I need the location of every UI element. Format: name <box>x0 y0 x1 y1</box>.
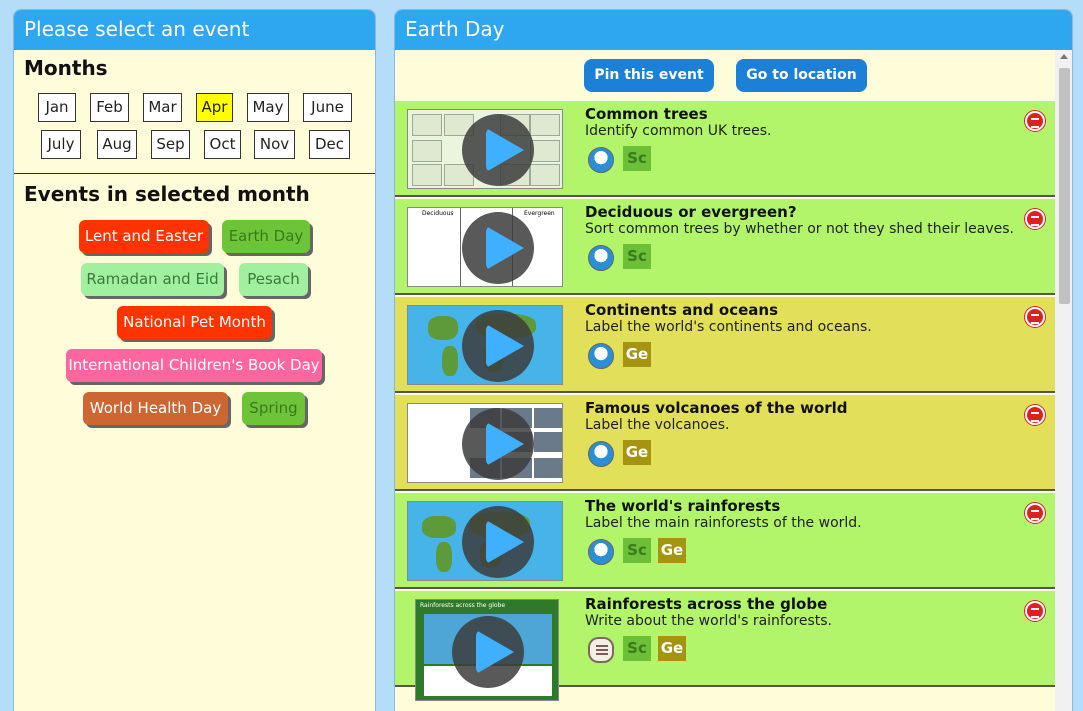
go-to-location-button[interactable]: Go to location <box>736 59 867 92</box>
activity-row[interactable]: Common trees Identify common UK trees. S… <box>395 101 1055 197</box>
month-june[interactable]: June <box>303 93 352 122</box>
event-earth-day[interactable]: Earth Day <box>222 220 310 253</box>
month-may[interactable]: May <box>247 93 289 122</box>
remove-icon[interactable] <box>1025 111 1045 131</box>
play-icon[interactable] <box>462 310 534 382</box>
vertical-scrollbar[interactable] <box>1055 50 1072 711</box>
activity-thumbnail[interactable] <box>407 305 563 385</box>
event-spring[interactable]: Spring <box>242 392 305 425</box>
month-nov[interactable]: Nov <box>254 130 295 159</box>
event-pesach[interactable]: Pesach <box>239 263 308 296</box>
month-sep[interactable]: Sep <box>151 130 190 159</box>
thumbnail-label: Evergreen <box>524 210 555 217</box>
activity-thumbnail[interactable]: Rainforests across the globe <box>415 599 559 701</box>
activity-row[interactable]: Rainforests across the globe Rainforests… <box>395 591 1055 701</box>
activity-thumbnail[interactable] <box>407 109 563 189</box>
ipad-icon <box>588 343 614 369</box>
month-dec[interactable]: Dec <box>309 130 350 159</box>
month-apr[interactable]: Apr <box>196 93 233 122</box>
scroll-thumb[interactable] <box>1059 68 1070 304</box>
event-detail-panel: Earth Day Pin this event Go to location … <box>394 9 1073 711</box>
subject-badge-science: Sc <box>623 636 651 661</box>
thumbnail-label: Deciduous <box>422 210 454 217</box>
month-july[interactable]: July <box>41 130 81 159</box>
left-panel-header: Please select an event <box>14 10 375 50</box>
play-icon[interactable] <box>462 408 534 480</box>
play-icon[interactable] <box>462 506 534 578</box>
activity-title[interactable]: Famous volcanoes of the world <box>585 399 848 417</box>
months-title: Months <box>24 56 108 80</box>
activity-row[interactable]: Famous volcanoes of the world Label the … <box>395 395 1055 491</box>
activity-description: Label the volcanoes. <box>585 417 730 433</box>
activity-row[interactable]: Continents and oceans Label the world's … <box>395 297 1055 393</box>
event-ramadan-and-eid[interactable]: Ramadan and Eid <box>81 263 224 296</box>
play-icon[interactable] <box>462 114 534 186</box>
activity-row[interactable]: The world's rainforests Label the main r… <box>395 493 1055 589</box>
event-national-pet-month[interactable]: National Pet Month <box>117 306 272 339</box>
subject-badge-geography: Ge <box>623 342 651 367</box>
month-oct[interactable]: Oct <box>204 130 241 159</box>
play-icon[interactable] <box>452 616 524 688</box>
events-title: Events in selected month <box>24 182 310 206</box>
activity-row[interactable]: Deciduous Evergreen Deciduous or evergre… <box>395 199 1055 295</box>
event-world-health-day[interactable]: World Health Day <box>83 392 228 425</box>
subject-badge-science: Sc <box>623 146 651 171</box>
event-lent-and-easter[interactable]: Lent and Easter <box>79 220 209 253</box>
remove-icon[interactable] <box>1025 503 1045 523</box>
activity-description: Label the world's continents and oceans. <box>585 319 872 335</box>
section-divider <box>14 173 375 174</box>
activity-thumbnail[interactable]: Deciduous Evergreen <box>407 207 563 287</box>
remove-icon[interactable] <box>1025 601 1045 621</box>
activity-description: Identify common UK trees. <box>585 123 772 139</box>
month-aug[interactable]: Aug <box>97 130 137 159</box>
ipad-icon <box>588 539 614 565</box>
activity-thumbnail[interactable] <box>407 403 563 483</box>
activity-title[interactable]: Rainforests across the globe <box>585 595 827 613</box>
subject-badge-geography: Ge <box>623 440 651 465</box>
subject-badge-science: Sc <box>623 538 651 563</box>
play-icon[interactable] <box>462 212 534 284</box>
activity-title[interactable]: Deciduous or evergreen? <box>585 203 797 221</box>
document-icon <box>588 637 614 663</box>
event-selector-panel: Please select an event Months Jan Feb Ma… <box>13 9 376 711</box>
activity-title[interactable]: The world's rainforests <box>585 497 780 515</box>
activity-title[interactable]: Common trees <box>585 105 708 123</box>
thumbnail-label: Rainforests across the globe <box>420 602 506 609</box>
remove-icon[interactable] <box>1025 405 1045 425</box>
scroll-up-icon[interactable] <box>1060 54 1068 59</box>
pin-event-button[interactable]: Pin this event <box>584 59 714 92</box>
remove-icon[interactable] <box>1025 307 1045 327</box>
activity-description: Label the main rainforests of the world. <box>585 515 862 531</box>
activity-title[interactable]: Continents and oceans <box>585 301 778 319</box>
remove-icon[interactable] <box>1025 209 1045 229</box>
month-jan[interactable]: Jan <box>38 93 76 122</box>
event-international-childrens-book-day[interactable]: International Children's Book Day <box>66 349 322 382</box>
activity-thumbnail[interactable] <box>407 501 563 581</box>
subject-badge-geography: Ge <box>658 636 686 661</box>
month-feb[interactable]: Feb <box>90 93 129 122</box>
subject-badge-geography: Ge <box>658 538 686 563</box>
ipad-icon <box>588 147 614 173</box>
activity-description: Write about the world's rainforests. <box>585 613 833 629</box>
ipad-icon <box>588 245 614 271</box>
subject-badge-science: Sc <box>623 244 651 269</box>
right-panel-header: Earth Day <box>395 10 1072 50</box>
ipad-icon <box>588 441 614 467</box>
month-mar[interactable]: Mar <box>143 93 182 122</box>
activity-description: Sort common trees by whether or not they… <box>585 221 1014 237</box>
